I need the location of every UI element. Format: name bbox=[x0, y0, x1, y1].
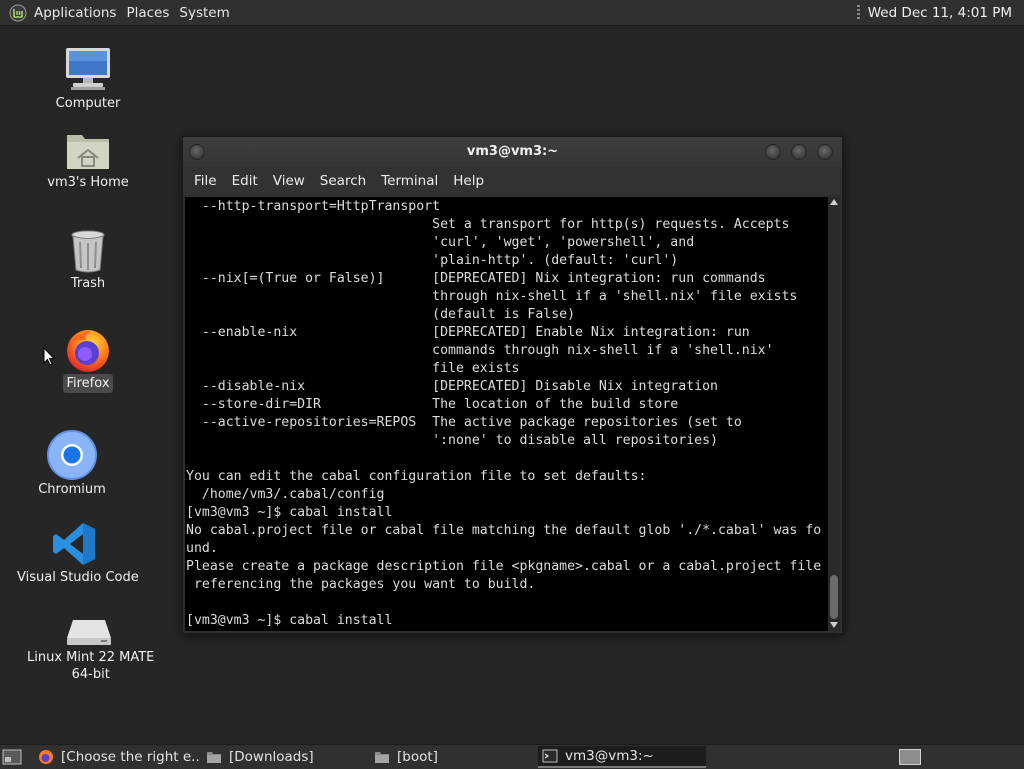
panel-drag-handle[interactable] bbox=[856, 4, 860, 21]
scroll-up-arrow-icon[interactable] bbox=[830, 199, 838, 205]
terminal-menubar: File Edit View Search Terminal Help bbox=[183, 167, 842, 195]
workspace-switcher[interactable] bbox=[899, 749, 921, 765]
desktop-icon-chromium[interactable]: Chromium bbox=[24, 430, 120, 499]
desktop-icon-label: Visual Studio Code bbox=[17, 570, 139, 585]
close-button[interactable] bbox=[817, 144, 833, 160]
menu-terminal[interactable]: Terminal bbox=[381, 173, 438, 189]
disc-drive-icon bbox=[67, 620, 111, 645]
menu-edit[interactable]: Edit bbox=[232, 173, 258, 189]
desktop-icon-vscode[interactable]: Visual Studio Code bbox=[14, 520, 139, 587]
chromium-icon bbox=[47, 430, 97, 480]
window-titlebar[interactable]: vm3@vm3:~ bbox=[183, 137, 842, 167]
maximize-button[interactable] bbox=[791, 144, 807, 160]
clock[interactable]: Wed Dec 11, 4:01 PM bbox=[868, 5, 1012, 21]
taskbar-item-terminal[interactable]: vm3@vm3:~ bbox=[538, 746, 706, 768]
trash-icon bbox=[71, 230, 105, 273]
terminal-window[interactable]: vm3@vm3:~ File Edit View Search Terminal… bbox=[182, 136, 843, 634]
desktop-icon-label: Trash bbox=[70, 276, 106, 291]
terminal-scrollbar[interactable] bbox=[828, 197, 840, 631]
mouse-pointer-icon bbox=[43, 347, 55, 366]
desktop-icon-trash[interactable]: Trash bbox=[40, 228, 136, 293]
desktop-icon-label: vm3's Home bbox=[47, 175, 129, 190]
desktop-icon-label: Linux Mint 22 MATE 64-bit bbox=[27, 650, 155, 682]
vscode-icon bbox=[53, 523, 95, 565]
folder-icon bbox=[375, 752, 389, 763]
firefox-icon bbox=[39, 750, 53, 764]
desktop-icon-label: Computer bbox=[55, 96, 121, 111]
folder-icon bbox=[207, 752, 221, 763]
desktop-icon-label: Firefox bbox=[63, 374, 113, 393]
terminal-icon bbox=[542, 749, 558, 763]
firefox-icon bbox=[67, 330, 109, 372]
terminal-text: --http-transport=HttpTransport Set a tra… bbox=[186, 199, 822, 628]
taskbar-item-label: [Downloads] bbox=[229, 749, 314, 765]
taskbar-item-label: [boot] bbox=[397, 749, 438, 765]
bottom-panel: [Choose the right e... [Downloads] [boot… bbox=[0, 744, 1024, 769]
applications-menu[interactable]: Applications bbox=[34, 5, 124, 21]
home-folder-icon bbox=[67, 135, 109, 169]
scrollbar-thumb[interactable] bbox=[830, 575, 838, 619]
taskbar-item-firefox[interactable]: [Choose the right e... bbox=[34, 746, 200, 768]
desktop-icon-mint-disc[interactable]: Linux Mint 22 MATE 64-bit bbox=[24, 614, 154, 684]
window-title: vm3@vm3:~ bbox=[466, 144, 559, 159]
taskbar-item-boot[interactable]: [boot] bbox=[370, 746, 536, 768]
menu-file[interactable]: File bbox=[194, 173, 217, 189]
desktop-icon-home[interactable]: vm3's Home bbox=[40, 127, 136, 192]
minimize-button[interactable] bbox=[765, 144, 781, 160]
taskbar-item-label: [Choose the right e... bbox=[61, 749, 200, 765]
places-menu[interactable]: Places bbox=[126, 5, 177, 21]
top-panel: Applications Places System Wed Dec 11, 4… bbox=[0, 0, 1024, 26]
desktop-icon-computer[interactable]: Computer bbox=[40, 44, 136, 113]
taskbar-item-downloads[interactable]: [Downloads] bbox=[202, 746, 368, 768]
show-desktop-icon[interactable] bbox=[2, 748, 22, 766]
menu-view[interactable]: View bbox=[273, 173, 305, 189]
terminal-output[interactable]: --http-transport=HttpTransport Set a tra… bbox=[185, 197, 828, 631]
menu-help[interactable]: Help bbox=[453, 173, 484, 189]
mint-logo-icon[interactable] bbox=[9, 4, 27, 22]
scroll-down-arrow-icon[interactable] bbox=[830, 622, 838, 628]
desktop-icon-label: Chromium bbox=[38, 482, 106, 497]
taskbar-item-label: vm3@vm3:~ bbox=[565, 748, 654, 764]
computer-icon bbox=[66, 48, 110, 90]
system-menu[interactable]: System bbox=[179, 5, 237, 21]
menu-search[interactable]: Search bbox=[320, 173, 366, 189]
